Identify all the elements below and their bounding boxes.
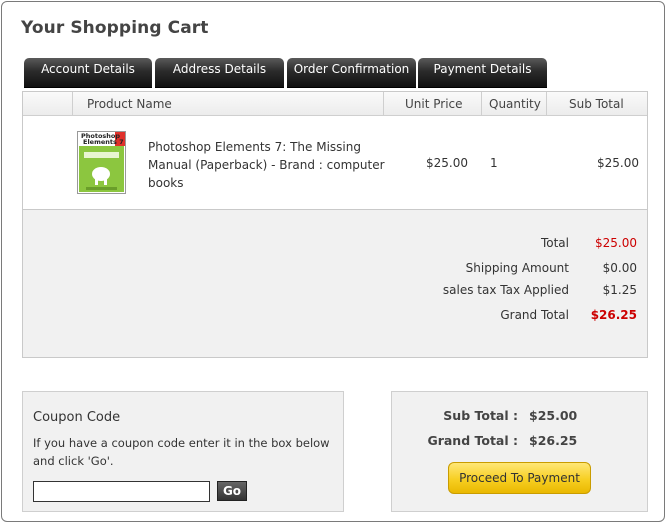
cover-title: Elements 7 (83, 138, 124, 146)
cart-table: Product Name Unit Price Quantity Sub Tot… (22, 91, 648, 210)
tab-payment-details[interactable]: Payment Details (418, 58, 547, 87)
product-name-line: Manual (Paperback) - Brand : computer (148, 158, 385, 172)
order-summary-panel: Sub Total : $25.00 Grand Total : $26.25 … (391, 391, 648, 512)
coupon-panel: Coupon Code If you have a coupon code en… (22, 391, 344, 512)
shipping-value: $0.00 (602, 261, 637, 275)
page-title: Your Shopping Cart (21, 18, 209, 38)
tab-label: Order Confirmation (293, 62, 410, 76)
product-thumbnail[interactable]: Photoshop Elements 7 (77, 131, 126, 194)
tab-order-confirmation[interactable]: Order Confirmation (287, 58, 416, 87)
cart-window: Your Shopping Cart Account Details Addre… (1, 1, 665, 522)
coupon-instructions: If you have a coupon code enter it in th… (33, 434, 330, 470)
summary-sub-total-label: Sub Total : (443, 408, 518, 423)
quantity-value: 1 (490, 156, 498, 170)
col-quantity: Quantity (489, 97, 541, 111)
col-product-name: Product Name (87, 97, 172, 111)
column-divider (383, 92, 384, 116)
shipping-label: Shipping Amount (465, 261, 569, 275)
table-header: Product Name Unit Price Quantity Sub Tot… (23, 92, 647, 116)
proceed-to-payment-button[interactable]: Proceed To Payment (448, 462, 591, 494)
summary-sub-total-value: $25.00 (529, 408, 578, 423)
summary-grand-total-label: Grand Total : (427, 433, 518, 448)
go-button[interactable]: Go (217, 481, 247, 501)
column-divider (546, 92, 547, 116)
summary-grand-total-value: $26.25 (529, 433, 578, 448)
tax-label: sales tax Tax Applied (442, 283, 569, 297)
tab-label: Payment Details (433, 62, 532, 76)
grand-total-value: $26.25 (590, 308, 637, 322)
coupon-code-input[interactable] (33, 481, 210, 502)
tab-label: Account Details (41, 62, 135, 76)
column-divider (481, 92, 482, 116)
col-unit-price: Unit Price (405, 97, 463, 111)
instruction-line: and click 'Go'. (33, 454, 114, 468)
product-name-line: books (148, 176, 184, 190)
col-sub-total: Sub Total (569, 97, 624, 111)
column-divider (72, 92, 73, 116)
tab-account-details[interactable]: Account Details (24, 58, 152, 87)
sub-total-value: $25.00 (597, 156, 639, 170)
order-totals: Total $25.00 Shipping Amount $0.00 sales… (22, 210, 648, 358)
tab-address-details[interactable]: Address Details (155, 58, 284, 87)
unit-price-value: $25.00 (426, 156, 468, 170)
product-name-line: Photoshop Elements 7: The Missing (148, 140, 361, 154)
coupon-title: Coupon Code (33, 410, 121, 425)
book-cover-icon: Photoshop Elements 7 (78, 132, 125, 193)
product-name[interactable]: Photoshop Elements 7: The Missing Manual… (148, 138, 385, 192)
tax-value: $1.25 (602, 283, 637, 297)
total-label: Total (540, 236, 569, 250)
instruction-line: If you have a coupon code enter it in th… (33, 436, 330, 450)
grand-total-label: Grand Total (500, 308, 569, 322)
tab-label: Address Details (172, 62, 267, 76)
total-value: $25.00 (595, 236, 637, 250)
